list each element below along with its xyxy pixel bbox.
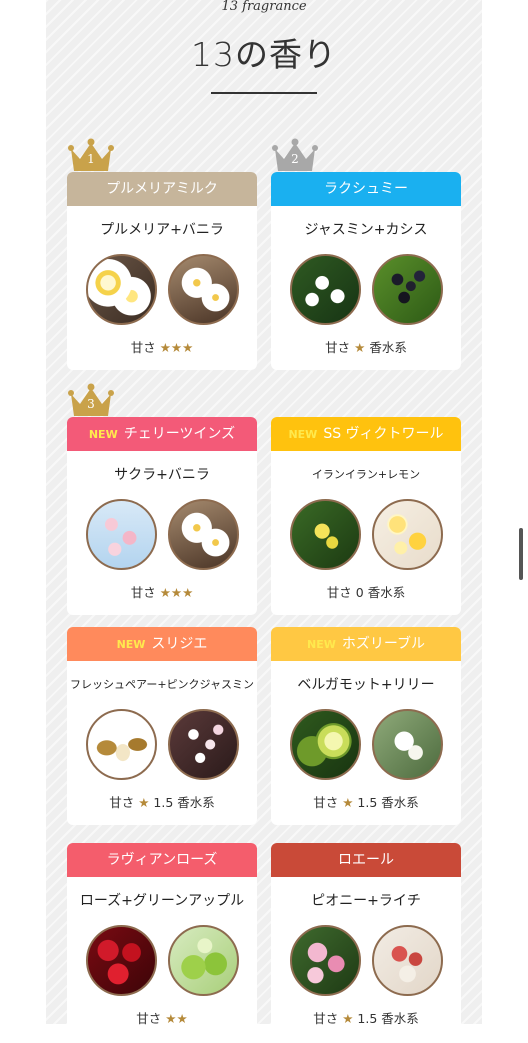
sweetness-rating: 甘さ 0 香水系: [326, 585, 406, 600]
card-title: ラクシュミー: [324, 181, 408, 197]
card-title: ラヴィアンローズ: [106, 852, 218, 868]
fragrance-card-plumeria-milk[interactable]: プルメリアミルク プルメリア+バニラ 甘さ ★★★: [67, 172, 257, 370]
pink-jasmine-image: [167, 709, 239, 780]
sweetness-rating: 甘さ ★★: [136, 1011, 188, 1026]
crown-rank-2-icon: 2: [272, 137, 318, 173]
card-notes: サクラ+バニラ: [114, 467, 210, 483]
card-title: スリジエ: [151, 636, 208, 652]
crown-rank-label: 3: [87, 397, 95, 411]
fragrance-card-cherry-twins[interactable]: NEW チェリーツインズ サクラ+バニラ 甘さ ★★★: [67, 417, 257, 615]
bergamot-image: [289, 709, 361, 780]
sakura-image: [85, 499, 157, 570]
sweetness-rating: 甘さ ★ 1.5 香水系: [313, 1011, 419, 1026]
star-icon: ★: [354, 340, 366, 355]
sweetness-rating: 甘さ ★ 香水系: [325, 340, 407, 355]
crown-rank-label: 2: [291, 152, 299, 166]
card-header: NEW SS ヴィクトワール: [271, 417, 461, 451]
sweetness-rating: 甘さ ★ 1.5 香水系: [109, 795, 215, 810]
crown-rank-label: 1: [87, 152, 95, 166]
new-badge: NEW: [288, 428, 318, 441]
card-notes: ローズ+グリーンアップル: [79, 893, 245, 909]
card-notes: プルメリア+バニラ: [100, 222, 224, 238]
card-title: チェリーツインズ: [123, 426, 236, 442]
card-header: ラクシュミー: [271, 172, 461, 206]
card-header: NEW スリジエ: [67, 627, 257, 661]
peony-image: [289, 925, 361, 996]
card-notes: ピオニー+ライチ: [311, 893, 421, 909]
fragrance-card-loire[interactable]: ロエール ピオニー+ライチ 甘さ ★ 1.5 香水系: [271, 843, 461, 1043]
card-notes: イランイラン+レモン: [311, 468, 421, 481]
card-header: NEW ホズリーブル: [271, 627, 461, 661]
new-badge: NEW: [306, 638, 336, 651]
new-badge: NEW: [116, 638, 146, 651]
green-apple-image: [167, 925, 239, 996]
ylang-ylang-image: [289, 499, 361, 570]
fragrance-card-lakshmi[interactable]: ラクシュミー ジャスミン+カシス 甘さ ★ 香水系: [271, 172, 461, 370]
plumeria-image: [85, 254, 157, 325]
card-notes: フレッシュペアー+ピンクジャスミン: [69, 678, 254, 691]
fragrance-card-cerisier[interactable]: NEW スリジエ フレッシュペアー+ピンクジャスミン 甘さ ★ 1.5 香水系: [67, 627, 257, 825]
star-icon: ★: [138, 795, 150, 810]
card-title: SS ヴィクトワール: [323, 426, 444, 442]
star-icon: ★: [342, 795, 354, 810]
lemon-image: [371, 499, 443, 570]
star-icon: ★★★: [159, 340, 194, 355]
vanilla-jasmine-image: [167, 254, 239, 325]
cassis-image: [371, 254, 443, 325]
sweetness-rating: 甘さ ★ 1.5 香水系: [313, 795, 419, 810]
scroll-indicator[interactable]: [519, 528, 523, 580]
sweetness-rating: 甘さ ★★★: [130, 585, 194, 600]
fragrance-card-la-vie-en-rose[interactable]: ラヴィアンローズ ローズ+グリーンアップル 甘さ ★★: [67, 843, 257, 1043]
crown-rank-3-icon: 3: [68, 382, 114, 418]
sweetness-rating: 甘さ ★★★: [130, 340, 194, 355]
new-badge: NEW: [88, 428, 118, 441]
fragrance-card-hoz-libre[interactable]: NEW ホズリーブル ベルガモット+リリー 甘さ ★ 1.5 香水系: [271, 627, 461, 825]
vanilla-jasmine-image: [167, 499, 239, 570]
lily-image: [371, 709, 443, 780]
title-divider: [211, 92, 317, 94]
card-notes: ベルガモット+リリー: [297, 677, 435, 693]
jasmine-image: [289, 254, 361, 325]
card-notes: ジャスミン+カシス: [304, 222, 428, 238]
star-icon: ★★★: [159, 585, 194, 600]
pear-image: [85, 709, 157, 780]
rose-image: [85, 925, 157, 996]
crown-rank-1-icon: 1: [68, 137, 114, 173]
card-title: プルメリアミルク: [106, 181, 218, 197]
card-title: ロエール: [338, 852, 394, 868]
card-header: プルメリアミルク: [67, 172, 257, 206]
card-header: ロエール: [271, 843, 461, 877]
section-subtitle: 13 fragrance: [221, 0, 307, 14]
card-header: NEW チェリーツインズ: [67, 417, 257, 451]
card-title: ホズリーブル: [341, 636, 426, 652]
fragrance-card-ss-victoire[interactable]: NEW SS ヴィクトワール イランイラン+レモン 甘さ 0 香水系: [271, 417, 461, 615]
lychee-image: [371, 925, 443, 996]
page-title: 13の香り: [191, 35, 337, 74]
card-header: ラヴィアンローズ: [67, 843, 257, 877]
